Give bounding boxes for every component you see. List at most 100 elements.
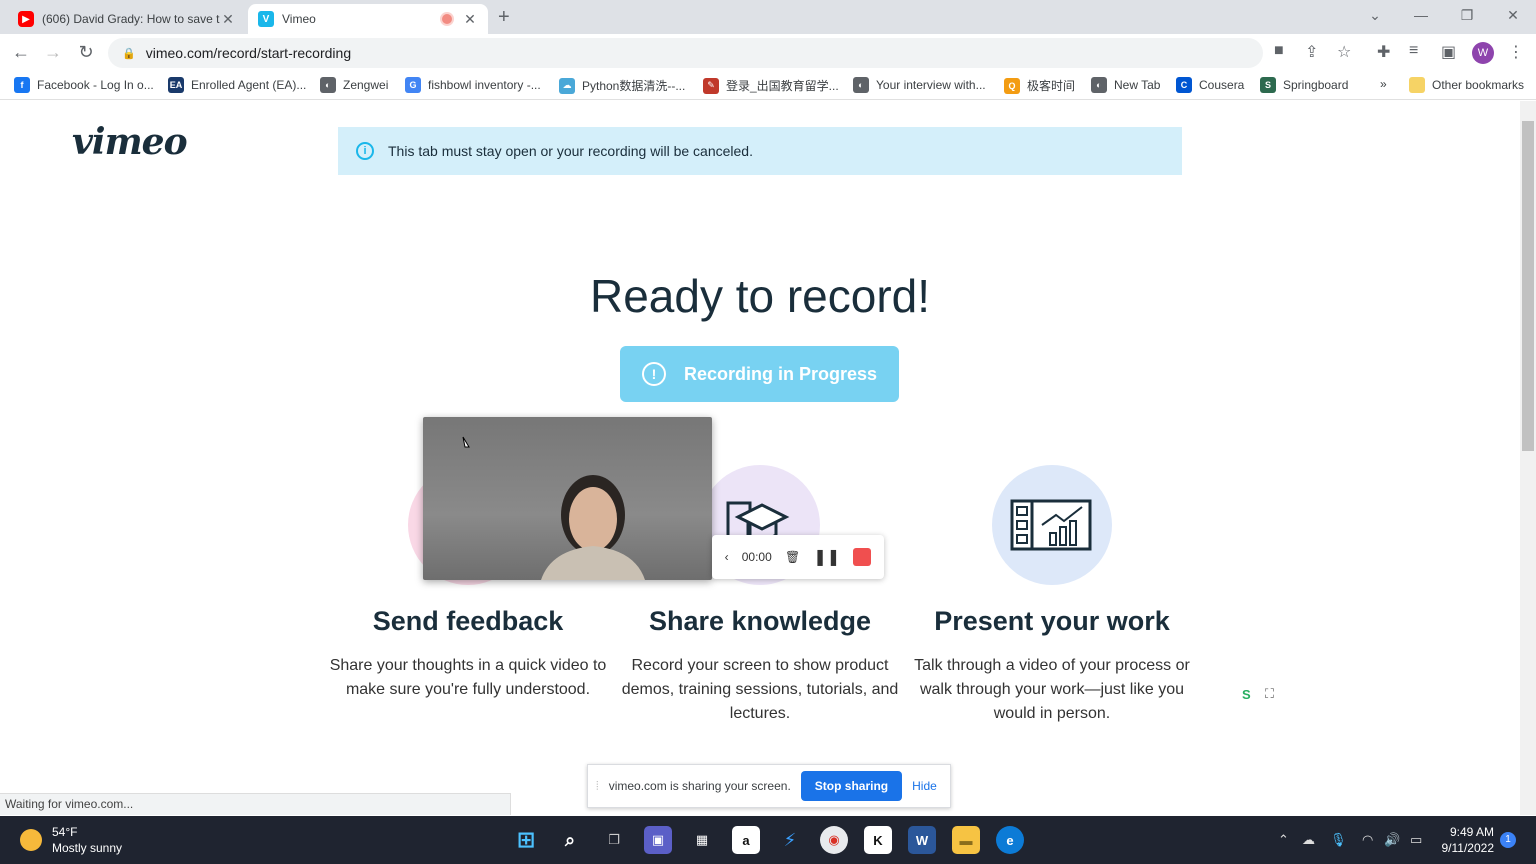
bookmark-item[interactable]: Q 极客时间 [1004,77,1075,94]
close-tab-icon[interactable]: ✕ [462,11,478,28]
weather-desc: Mostly sunny [52,841,123,855]
alert-icon: ! [641,362,666,386]
floating-widget[interactable]: S ⛶ [1235,681,1281,707]
back-icon[interactable]: ← [10,42,32,63]
bookmark-item[interactable]: ✎ 登录_出国教育留学... [703,77,839,94]
word-icon[interactable]: W [908,826,936,854]
notification-badge[interactable]: 1 [1500,832,1516,848]
onedrive-icon[interactable]: ☁ [1302,832,1315,848]
window-controls: ⌄ — ❐ ✕ [1352,0,1536,32]
tab-strip: ▶ (606) David Grady: How to save t ✕ V V… [0,0,1536,34]
profile-avatar[interactable]: W [1472,42,1494,64]
feature-description: Record your screen to show product demos… [621,657,899,722]
screen-share-bar: ⦙ vimeo.com is sharing your screen. Stop… [587,764,951,808]
reload-icon[interactable]: ↻ [75,42,97,63]
search-icon[interactable]: ⌕ [556,826,584,854]
feature-title: Send feedback [372,606,564,636]
microphone-icon[interactable]: 🎙 [1330,832,1347,848]
menu-icon[interactable]: ⋮ [1508,42,1524,62]
presentation-chart-icon [1010,499,1092,551]
trash-icon[interactable]: 🗑 [785,550,800,564]
tray-chevron-icon[interactable]: ⌃ [1278,832,1289,848]
wifi-icon[interactable]: ◠ [1362,832,1373,848]
collapse-chevron-icon[interactable]: ‹ [725,550,729,564]
springboard-icon: S [1260,77,1276,93]
cloud-icon: ☁ [559,77,575,94]
page-scrollbar[interactable] [1520,101,1536,815]
browser-toolbar: ← → ↻ 🔒 vimeo.com/record/start-recording… [0,34,1536,72]
hide-button[interactable]: Hide [912,779,937,793]
page-title: Ready to record! [589,270,931,322]
vimeo-icon: V [258,11,274,27]
amazon-icon[interactable]: a [732,826,760,854]
system-clock[interactable]: 9:49 AM 9/11/2022 [1432,824,1495,856]
recording-timer: 00:00 [741,550,772,564]
forward-icon[interactable]: → [42,42,64,63]
bookmarks-overflow-button[interactable]: » [1380,77,1387,91]
bookmarks-bar: f Facebook - Log In o... EA Enrolled Agent… [0,72,1536,100]
vimeo-logo[interactable]: vimeo [72,121,188,163]
extensions-icon[interactable]: ✚ [1377,42,1390,62]
weather-sun-icon [20,829,42,851]
tab-search-icon[interactable]: ⌄ [1352,0,1398,32]
present-illustration [992,465,1112,585]
new-tab-button[interactable]: + [498,6,510,29]
bookmark-item[interactable]: EA Enrolled Agent (EA)... [168,77,306,93]
geektime-icon: Q [1004,77,1020,94]
task-view-icon[interactable]: ❐ [600,826,628,854]
bookmark-item[interactable]: ◐ Your interview with... [853,77,986,93]
bookmark-item[interactable]: Gfishbowl inventory -... [405,77,541,93]
facebook-icon: f [14,77,30,93]
window-close-button[interactable]: ✕ [1490,0,1536,32]
bookmark-item[interactable]: f Facebook - Log In o... [14,77,154,93]
bookmark-item[interactable]: ◐ New Tab [1091,77,1160,93]
address-bar[interactable]: 🔒 vimeo.com/record/start-recording [108,38,1263,68]
folder-icon [1409,77,1425,93]
bookmark-item[interactable]: ☁ Python数据清洗--... [559,77,685,94]
volume-icon[interactable]: 🔊 [1384,832,1400,848]
tab-youtube[interactable]: ▶ (606) David Grady: How to save t ✕ [8,4,246,34]
lock-icon[interactable]: 🔒 [122,47,136,60]
webcam-preview[interactable] [423,417,712,580]
s-logo-icon[interactable]: S [1242,687,1251,702]
pause-icon[interactable]: ❚❚ [813,547,840,567]
windows-start-icon[interactable]: ⊞ [512,826,540,854]
side-panel-icon[interactable]: ▣ [1441,42,1456,62]
store-icon[interactable]: ▦ [688,826,716,854]
restore-button[interactable]: ❐ [1444,0,1490,32]
file-explorer-icon[interactable]: ▬ [952,826,980,854]
bookmark-item[interactable]: ◐ Zengwei [320,77,388,93]
lightning-app-icon[interactable]: ⚡ [776,826,804,854]
app-k-icon[interactable]: K [864,826,892,854]
info-icon: i [356,142,374,160]
tab-vimeo[interactable]: V Vimeo ✕ [248,4,488,34]
bookmark-star-icon[interactable]: ☆ [1337,42,1351,62]
bookmark-item[interactable]: C Cousera [1176,77,1244,93]
close-tab-icon[interactable]: ✕ [220,11,236,28]
clock-date: 9/11/2022 [1441,841,1495,855]
chat-icon[interactable]: ▣ [644,826,672,854]
edge-icon[interactable]: e [996,826,1024,854]
feature-description: Share your thoughts in a quick video to … [329,657,607,698]
battery-icon[interactable]: ▭ [1410,832,1422,848]
drag-handle-icon[interactable]: ⦙ [596,779,599,794]
other-bookmarks[interactable]: Other bookmarks [1409,77,1524,93]
chrome-icon[interactable]: ◉ [820,826,848,854]
minimize-button[interactable]: — [1398,0,1444,32]
recording-indicator-icon [442,14,452,24]
windows-taskbar: 54°F Mostly sunny ⊞ ⌕ ❐ ▣ ▦ a ⚡ ◉ K W ▬ … [0,816,1536,864]
expand-icon[interactable]: ⛶ [1265,686,1274,702]
recording-in-progress-button[interactable]: ! Recording in Progress [620,346,899,402]
share-icon[interactable]: ⇪ [1305,42,1318,62]
stop-recording-button[interactable] [853,548,872,566]
globe-icon: ◐ [320,77,336,93]
recorder-controls: ‹ 00:00 🗑 ❚❚ [712,535,884,579]
weather-temp: 54°F [52,825,78,839]
weather-widget[interactable]: 54°F Mostly sunny [20,824,122,856]
scrollbar-thumb[interactable] [1522,121,1534,451]
bookmark-item[interactable]: S Springboard [1260,77,1348,93]
camera-icon[interactable]: ■ [1274,42,1284,60]
youtube-icon: ▶ [18,11,34,27]
stop-sharing-button[interactable]: Stop sharing [800,771,903,801]
media-control-icon[interactable]: ≡ [1409,42,1418,60]
